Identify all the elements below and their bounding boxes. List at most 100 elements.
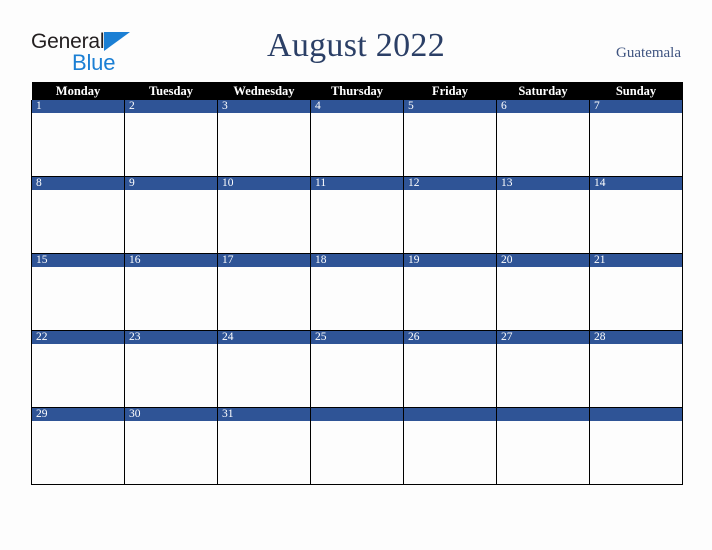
day-events-area[interactable] bbox=[125, 421, 217, 484]
day-number: 5 bbox=[404, 100, 496, 113]
day-events-area[interactable] bbox=[590, 421, 682, 484]
day-number: 19 bbox=[404, 254, 496, 267]
day-number: 24 bbox=[218, 331, 310, 344]
day-events-area[interactable] bbox=[311, 421, 403, 484]
calendar-day-cell[interactable]: 28 bbox=[589, 330, 683, 408]
day-number: 3 bbox=[218, 100, 310, 113]
weekday-header-tuesday: Tuesday bbox=[124, 82, 218, 100]
calendar-week-row: 15 16 17 18 19 20 21 bbox=[31, 253, 683, 331]
day-events-area[interactable] bbox=[32, 344, 124, 407]
day-number bbox=[311, 408, 403, 421]
day-events-area[interactable] bbox=[218, 421, 310, 484]
calendar-day-cell-empty[interactable] bbox=[589, 407, 683, 485]
day-events-area[interactable] bbox=[311, 190, 403, 253]
day-events-area[interactable] bbox=[125, 190, 217, 253]
day-events-area[interactable] bbox=[218, 113, 310, 176]
calendar-day-cell[interactable]: 14 bbox=[589, 176, 683, 254]
calendar-day-cell[interactable]: 27 bbox=[496, 330, 590, 408]
calendar-day-cell[interactable]: 9 bbox=[124, 176, 218, 254]
page-title: August 2022 bbox=[266, 27, 446, 64]
day-events-area[interactable] bbox=[590, 267, 682, 330]
calendar-day-cell-empty[interactable] bbox=[310, 407, 404, 485]
day-events-area[interactable] bbox=[404, 113, 496, 176]
day-number: 9 bbox=[125, 177, 217, 190]
calendar-day-cell[interactable]: 8 bbox=[31, 176, 125, 254]
day-number: 11 bbox=[311, 177, 403, 190]
day-events-area[interactable] bbox=[125, 113, 217, 176]
calendar-page: General Blue August 2022 Guatemala Monda… bbox=[0, 0, 712, 550]
calendar-day-cell[interactable]: 18 bbox=[310, 253, 404, 331]
weekday-header-row: Monday Tuesday Wednesday Thursday Friday… bbox=[31, 82, 683, 100]
calendar-day-cell-empty[interactable] bbox=[403, 407, 497, 485]
day-number: 30 bbox=[125, 408, 217, 421]
day-events-area[interactable] bbox=[404, 421, 496, 484]
day-number: 4 bbox=[311, 100, 403, 113]
calendar-day-cell[interactable]: 19 bbox=[403, 253, 497, 331]
day-events-area[interactable] bbox=[497, 113, 589, 176]
calendar-day-cell[interactable]: 31 bbox=[217, 407, 311, 485]
day-events-area[interactable] bbox=[497, 421, 589, 484]
day-events-area[interactable] bbox=[497, 267, 589, 330]
calendar-day-cell[interactable]: 16 bbox=[124, 253, 218, 331]
day-number bbox=[404, 408, 496, 421]
day-events-area[interactable] bbox=[590, 190, 682, 253]
day-events-area[interactable] bbox=[590, 113, 682, 176]
calendar-day-cell[interactable]: 2 bbox=[124, 100, 218, 177]
day-events-area[interactable] bbox=[32, 113, 124, 176]
calendar-table: Monday Tuesday Wednesday Thursday Friday… bbox=[31, 82, 683, 485]
day-number: 20 bbox=[497, 254, 589, 267]
calendar-day-cell[interactable]: 10 bbox=[217, 176, 311, 254]
day-events-area[interactable] bbox=[32, 421, 124, 484]
day-number: 27 bbox=[497, 331, 589, 344]
day-events-area[interactable] bbox=[218, 190, 310, 253]
day-events-area[interactable] bbox=[311, 344, 403, 407]
calendar-day-cell[interactable]: 7 bbox=[589, 100, 683, 177]
day-events-area[interactable] bbox=[311, 113, 403, 176]
day-number: 14 bbox=[590, 177, 682, 190]
calendar-day-cell[interactable]: 26 bbox=[403, 330, 497, 408]
day-events-area[interactable] bbox=[218, 267, 310, 330]
calendar-day-cell[interactable]: 4 bbox=[310, 100, 404, 177]
calendar-day-cell[interactable]: 30 bbox=[124, 407, 218, 485]
calendar-day-cell[interactable]: 29 bbox=[31, 407, 125, 485]
day-events-area[interactable] bbox=[404, 267, 496, 330]
day-events-area[interactable] bbox=[125, 344, 217, 407]
calendar-day-cell[interactable]: 20 bbox=[496, 253, 590, 331]
day-events-area[interactable] bbox=[311, 267, 403, 330]
day-number: 8 bbox=[32, 177, 124, 190]
calendar-day-cell[interactable]: 1 bbox=[31, 100, 125, 177]
calendar-week-row: 1 2 3 4 5 6 7 bbox=[31, 100, 683, 177]
calendar-day-cell[interactable]: 12 bbox=[403, 176, 497, 254]
calendar-day-cell[interactable]: 23 bbox=[124, 330, 218, 408]
calendar-day-cell[interactable]: 21 bbox=[589, 253, 683, 331]
calendar-day-cell-empty[interactable] bbox=[496, 407, 590, 485]
calendar-day-cell[interactable]: 15 bbox=[31, 253, 125, 331]
day-events-area[interactable] bbox=[497, 344, 589, 407]
calendar-day-cell[interactable]: 3 bbox=[217, 100, 311, 177]
day-events-area[interactable] bbox=[218, 344, 310, 407]
weekday-header-monday: Monday bbox=[31, 82, 125, 100]
calendar-day-cell[interactable]: 5 bbox=[403, 100, 497, 177]
calendar-week-row: 29 30 31 bbox=[31, 407, 683, 485]
day-events-area[interactable] bbox=[404, 190, 496, 253]
calendar-day-cell[interactable]: 25 bbox=[310, 330, 404, 408]
day-number: 28 bbox=[590, 331, 682, 344]
day-events-area[interactable] bbox=[125, 267, 217, 330]
day-number: 10 bbox=[218, 177, 310, 190]
calendar-day-cell[interactable]: 13 bbox=[496, 176, 590, 254]
calendar-day-cell[interactable]: 11 bbox=[310, 176, 404, 254]
weekday-header-wednesday: Wednesday bbox=[217, 82, 311, 100]
day-events-area[interactable] bbox=[32, 267, 124, 330]
calendar-day-cell[interactable]: 6 bbox=[496, 100, 590, 177]
day-number: 1 bbox=[32, 100, 124, 113]
day-number: 18 bbox=[311, 254, 403, 267]
calendar-day-cell[interactable]: 17 bbox=[217, 253, 311, 331]
calendar-day-cell[interactable]: 24 bbox=[217, 330, 311, 408]
day-events-area[interactable] bbox=[497, 190, 589, 253]
day-number: 29 bbox=[32, 408, 124, 421]
day-events-area[interactable] bbox=[590, 344, 682, 407]
day-events-area[interactable] bbox=[32, 190, 124, 253]
day-number: 26 bbox=[404, 331, 496, 344]
calendar-day-cell[interactable]: 22 bbox=[31, 330, 125, 408]
day-events-area[interactable] bbox=[404, 344, 496, 407]
